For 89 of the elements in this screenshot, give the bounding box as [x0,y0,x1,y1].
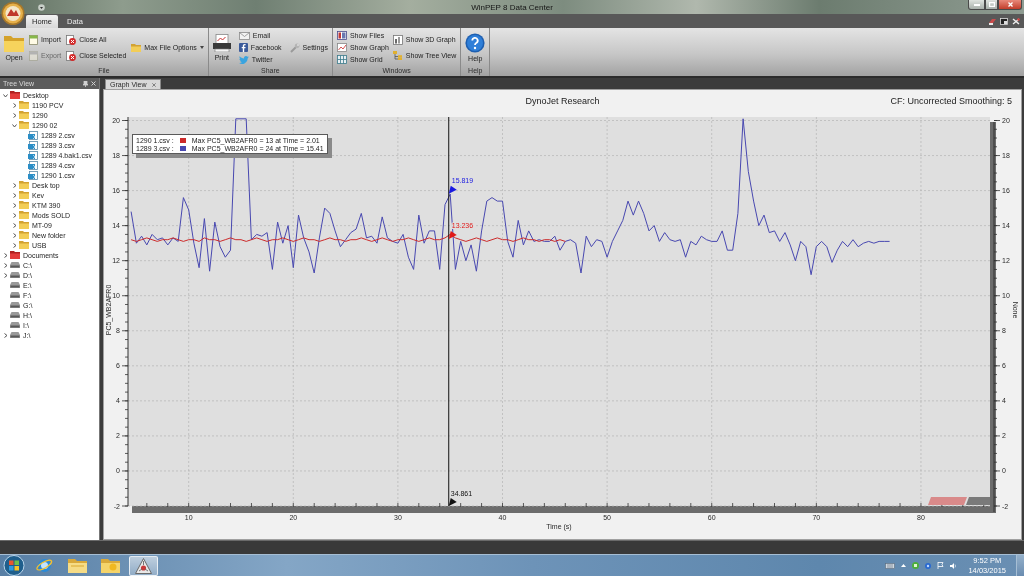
window-icon[interactable] [1000,17,1008,25]
drive-icon [10,302,20,308]
drive-icon [10,292,20,298]
speaker-icon[interactable] [950,562,957,569]
tree-icon [392,51,403,60]
document-icon [29,34,38,45]
help-icon [465,33,486,53]
maximize-icon [988,2,995,7]
csv-file-icon [28,140,38,150]
taskbar-button[interactable] [129,555,158,576]
wrench-icon [289,42,300,53]
grid-icon [336,55,347,64]
drive-icon [10,312,20,318]
envelope-icon [238,31,250,40]
close-icon [1007,2,1013,7]
keyboard-icon[interactable] [885,562,896,569]
chevron-right-icon[interactable] [12,112,17,118]
chevron-right-icon[interactable] [12,102,17,108]
folder-icon [131,43,142,52]
pin-icon[interactable] [83,80,88,87]
start-orb-icon[interactable] [2,555,26,576]
triangle-logo-icon[interactable] [135,557,152,574]
chevron-right-icon[interactable] [12,222,17,228]
chevron-down-icon[interactable] [12,122,17,128]
folder-icon [19,191,29,199]
folder-icon [19,101,29,109]
chevron-right-icon[interactable] [12,182,17,188]
chevron-right-icon[interactable] [3,272,8,278]
folder-icon [10,91,20,99]
chevron-right-icon[interactable] [12,232,17,238]
folder-icon [19,221,29,229]
close-button[interactable] [998,0,1022,10]
caret-icon [199,46,204,49]
close-document-icon [66,34,77,45]
chevron-right-icon[interactable] [12,212,17,218]
folder-icon [10,251,20,259]
drive-icon [10,332,20,338]
globe-icon[interactable] [36,557,53,574]
folder-icon[interactable] [101,558,120,573]
chevron-right-icon[interactable] [3,332,8,338]
data-marker [448,185,457,194]
caret-icon[interactable] [38,3,45,11]
eraser-icon[interactable] [988,17,996,25]
window-icon [336,31,347,40]
drive-icon [10,322,20,328]
csv-file-icon [28,160,38,170]
chevron-right-icon[interactable] [3,262,8,268]
drive-icon [10,272,20,278]
folder-icon [19,121,29,129]
drive-icon [10,262,20,268]
folder-icon [19,231,29,239]
network-icon[interactable] [912,562,920,569]
folder-icon[interactable] [68,558,87,573]
chevron-right-icon[interactable] [12,192,17,198]
chart-title: DynoJet Research [525,95,600,106]
caret-up-icon[interactable] [901,564,907,567]
close-icon[interactable] [152,82,157,87]
folder-icon [19,111,29,119]
chevron-right-icon[interactable] [12,202,17,208]
facebook-icon [238,43,248,52]
chart-icon [336,43,347,52]
folder-icon [19,201,29,209]
data-marker [448,231,457,240]
window-title: WinPEP 8 Data Center [471,2,553,12]
folder-icon [4,34,24,52]
csv-file-icon [28,130,38,140]
drive-icon [10,282,20,288]
flag-icon[interactable] [937,562,945,569]
folder-icon [19,241,29,249]
bird-icon [238,55,249,64]
folder-icon [19,211,29,219]
chevron-right-icon[interactable] [3,252,8,258]
logo-icon [928,497,990,505]
correction-status: CF: Uncorrected Smoothing: 5 [890,95,1012,106]
minimize-icon [973,3,980,6]
close-document-icon [66,50,77,61]
minimize-button[interactable] [968,0,985,10]
folder-icon [19,181,29,189]
tray-app-icon[interactable] [925,562,932,569]
csv-file-icon [28,170,38,180]
maximize-button[interactable] [985,0,998,10]
chevron-down-icon[interactable] [3,92,8,98]
chevron-right-icon[interactable] [12,242,17,248]
document-icon [29,50,38,61]
chart-icon [392,34,403,45]
tools-icon[interactable] [1012,17,1020,25]
csv-file-icon [28,150,38,160]
cursor-marker [448,498,457,506]
printer-icon [212,34,231,52]
